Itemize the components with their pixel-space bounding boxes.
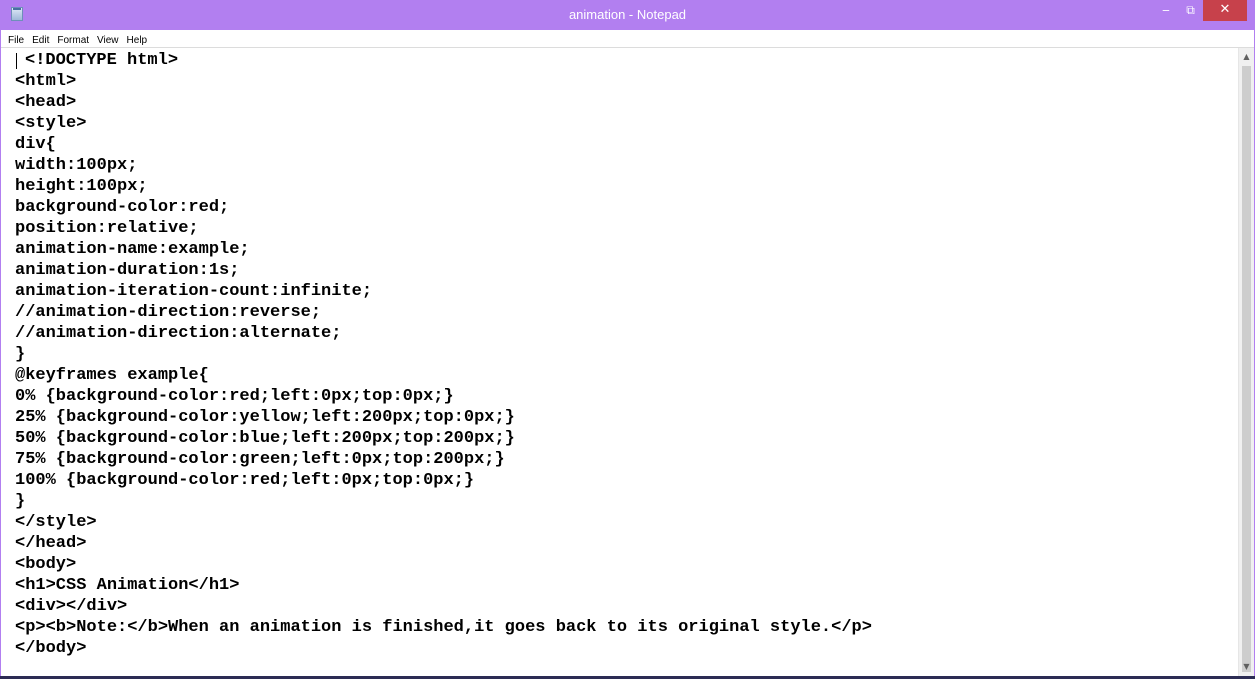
code-line: 50% {background-color:blue;left:200px;to… [15,429,515,448]
code-line: 75% {background-color:green;left:0px;top… [15,450,505,469]
scroll-thumb[interactable] [1242,66,1251,672]
text-caret [16,53,17,69]
code-line: <p><b>Note:</b>When an animation is fini… [15,618,872,637]
code-line: <h1>CSS Animation</h1> [15,576,240,595]
menu-view[interactable]: View [93,32,123,49]
code-line: position:relative; [15,219,199,238]
code-line: 25% {background-color:yellow;left:200px;… [15,408,515,427]
restore-icon: ⧉ [1186,3,1195,17]
title-bar[interactable]: animation - Notepad ‒ ⧉ ✕ [1,0,1254,30]
vertical-scrollbar[interactable]: ▲ ▼ [1238,48,1254,676]
text-editor-area[interactable]: <!DOCTYPE html> <html> <head> <style> di… [1,48,1237,676]
code-line: width:100px; [15,156,138,175]
code-line: animation-duration:1s; [15,261,240,280]
restore-button[interactable]: ⧉ [1178,0,1203,21]
code-line: //animation-direction:reverse; [15,303,322,322]
code-line: animation-iteration-count:infinite; [15,282,373,301]
code-line: } [15,492,26,511]
code-line: animation-name:example; [15,240,250,259]
code-line: <body> [15,555,77,574]
close-button[interactable]: ✕ [1203,0,1247,21]
code-line: } [15,345,26,364]
code-line: </body> [15,639,87,658]
code-line: <style> [15,114,87,133]
code-line: <head> [15,93,77,112]
code-line: 100% {background-color:red;left:0px;top:… [15,471,475,490]
scroll-down-icon[interactable]: ▼ [1239,660,1254,674]
code-line: div{ [15,135,56,154]
minimize-button[interactable]: ‒ [1154,0,1178,21]
code-line: <!DOCTYPE html> [25,51,179,70]
code-line: 0% {background-color:red;left:0px;top:0p… [15,387,454,406]
menu-file[interactable]: File [4,32,28,49]
menu-edit[interactable]: Edit [28,32,53,49]
scroll-up-icon[interactable]: ▲ [1239,50,1254,64]
code-line: </style> [15,513,97,532]
minimize-icon: ‒ [1162,3,1170,17]
menu-bar: File Edit Format View Help [1,30,1254,48]
code-line: <div></div> [15,597,128,616]
code-line: </head> [15,534,87,553]
window-title: animation - Notepad [568,7,687,22]
menu-format[interactable]: Format [53,32,93,49]
code-line: height:100px; [15,177,148,196]
code-line: @keyframes example{ [15,366,209,385]
menu-help[interactable]: Help [123,32,152,49]
code-line: <html> [15,72,77,91]
code-line: background-color:red; [15,198,230,217]
close-icon: ✕ [1219,2,1231,17]
code-line: //animation-direction:alternate; [15,324,342,343]
notepad-window: animation - Notepad ‒ ⧉ ✕ File Edit Format… [0,0,1255,679]
